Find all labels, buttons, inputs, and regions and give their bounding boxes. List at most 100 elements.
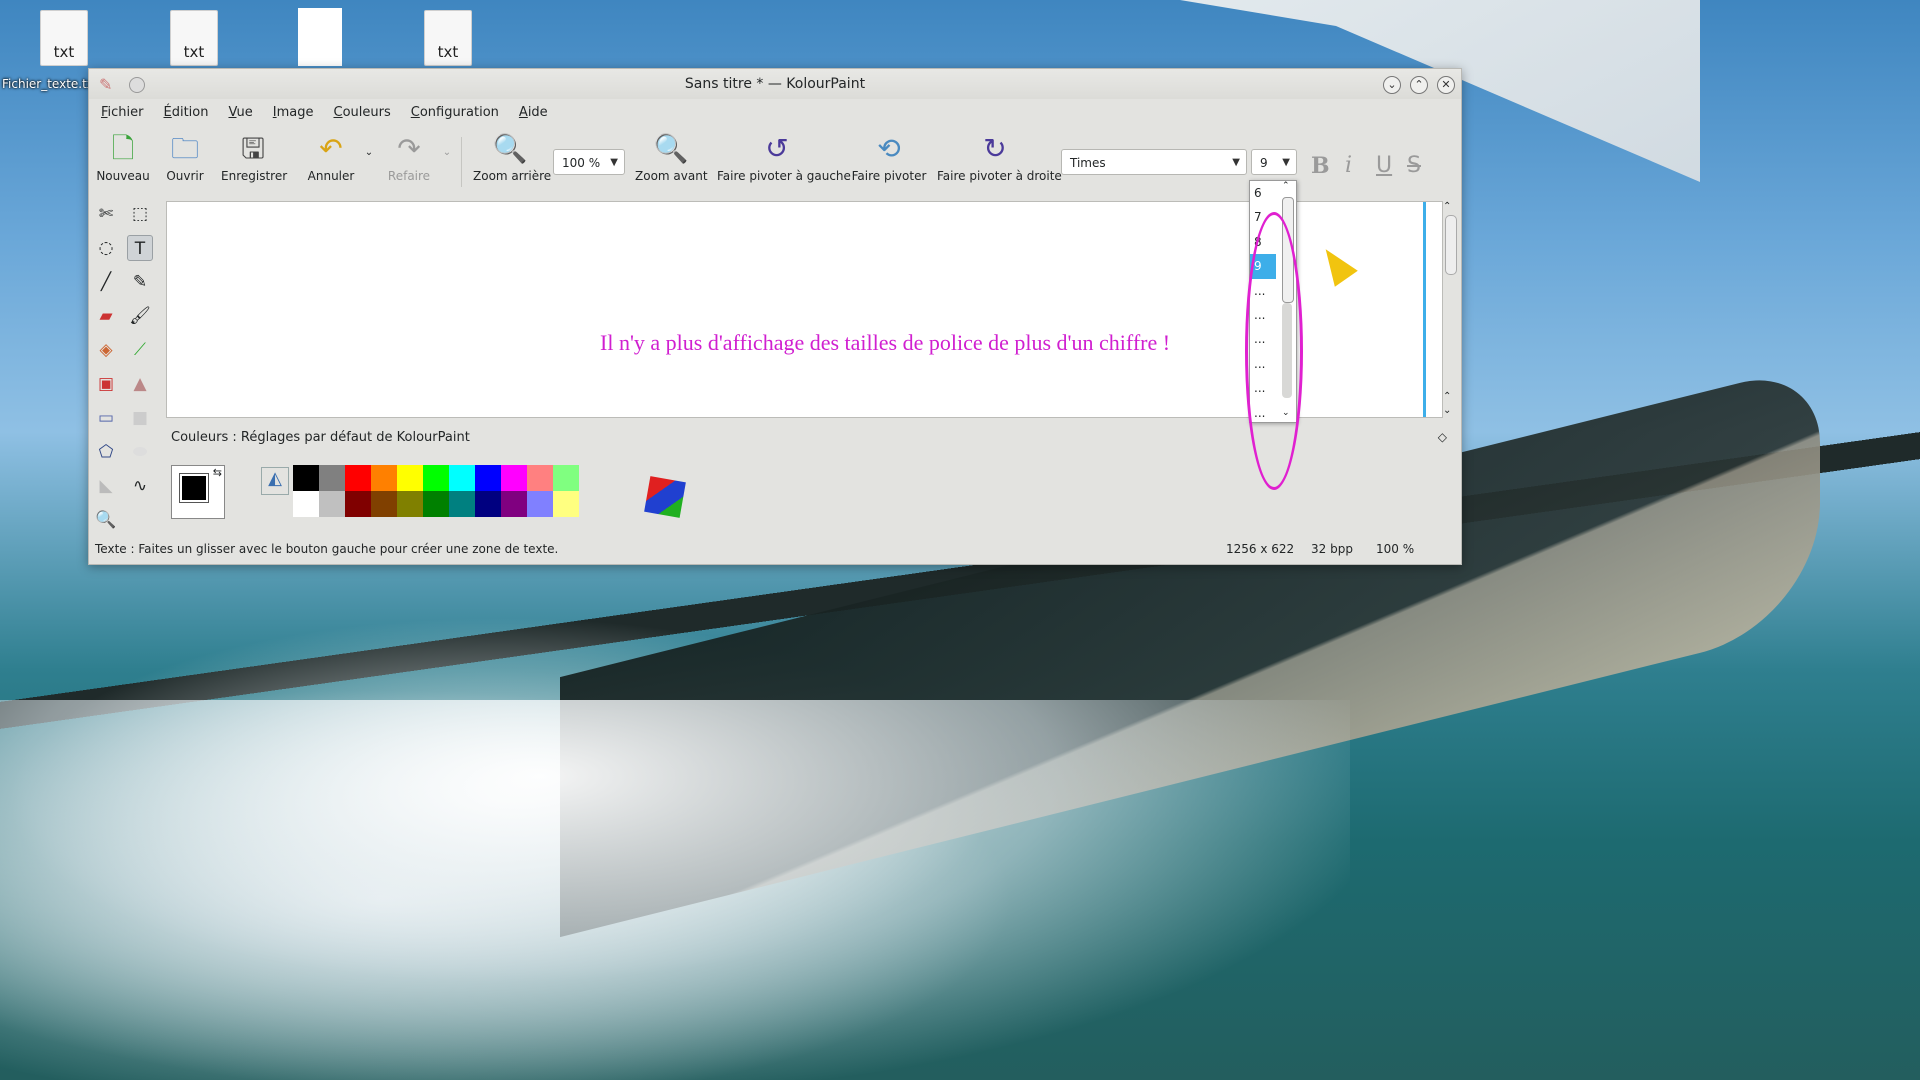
polygon-icon[interactable]: ⬠ bbox=[93, 439, 119, 465]
redo-menu-arrow[interactable]: ⌄ bbox=[439, 147, 455, 158]
spraycan-icon[interactable]: ▲ bbox=[127, 371, 153, 397]
undo-menu-arrow[interactable]: ⌄ bbox=[361, 147, 377, 158]
palette-color-swatch[interactable] bbox=[553, 465, 579, 491]
zoom-tool-icon[interactable]: 🔍 bbox=[93, 507, 119, 533]
desktop-file-label[interactable]: Fichier_texte.txt bbox=[2, 76, 99, 92]
palette-color-swatch[interactable] bbox=[527, 465, 553, 491]
menu-aide[interactable]: Aide bbox=[519, 105, 548, 120]
transparent-color-icon[interactable]: ◭ bbox=[261, 467, 289, 495]
desktop-blank-file-icon[interactable] bbox=[298, 8, 342, 66]
palette-color-swatch[interactable] bbox=[449, 491, 475, 517]
font-family-select[interactable]: Times ▼ bbox=[1061, 149, 1247, 175]
font-size-select[interactable]: 9 ▼ bbox=[1251, 149, 1297, 175]
eraser-tool-icon[interactable]: ▰ bbox=[93, 303, 119, 329]
save-button[interactable]: 🖫 Enregistrer bbox=[221, 131, 287, 183]
scrollbar-thumb[interactable] bbox=[1445, 215, 1457, 275]
underline-button[interactable]: U bbox=[1376, 153, 1392, 178]
foreground-background-colors[interactable]: ⇆ bbox=[171, 465, 225, 519]
color-cube-icon[interactable] bbox=[644, 476, 686, 518]
palette-color-swatch[interactable] bbox=[501, 491, 527, 517]
chevron-down-icon: ▼ bbox=[610, 157, 618, 168]
maximize-button[interactable]: ⌃ bbox=[1410, 76, 1428, 94]
menu-configuration[interactable]: Configuration bbox=[411, 105, 499, 120]
palette-color-swatch[interactable] bbox=[397, 465, 423, 491]
bold-button[interactable]: B bbox=[1311, 153, 1330, 179]
canvas-text[interactable]: Il n'y a plus d'affichage des tailles de… bbox=[600, 330, 1170, 356]
strikethrough-button[interactable]: S bbox=[1407, 153, 1421, 178]
rotate-right-button[interactable]: ↻ Faire pivoter à droite bbox=[937, 131, 1062, 183]
palette-color-swatch[interactable] bbox=[371, 465, 397, 491]
scroll-up-icon[interactable]: ⌃ bbox=[1282, 181, 1290, 191]
palette-color-swatch[interactable] bbox=[371, 491, 397, 517]
palette-color-swatch[interactable] bbox=[475, 465, 501, 491]
elliptical-selection-icon[interactable]: ◌ bbox=[93, 235, 119, 261]
desktop-file-icon[interactable]: txt bbox=[40, 10, 92, 70]
text-file-icon: txt bbox=[170, 10, 218, 66]
close-button[interactable]: ✕ bbox=[1437, 76, 1455, 94]
swap-colors-icon[interactable]: ⇆ bbox=[213, 466, 222, 479]
canvas-vertical-scrollbar[interactable]: ⌃ ⌃ ⌄ bbox=[1441, 201, 1459, 416]
scroll-down-icon[interactable]: ⌄ bbox=[1443, 405, 1451, 416]
open-button[interactable]: 🗀 Ouvrir bbox=[163, 131, 207, 183]
palette-color-swatch[interactable] bbox=[397, 491, 423, 517]
canvas-resize-edge[interactable] bbox=[1423, 202, 1426, 417]
palette-color-swatch[interactable] bbox=[319, 491, 345, 517]
zoom-in-icon: 🔍 bbox=[653, 132, 689, 165]
rounded-rectangle-icon[interactable]: ▭ bbox=[93, 405, 119, 431]
scroll-up-icon[interactable]: ⌃ bbox=[1443, 391, 1451, 402]
palette-color-swatch[interactable] bbox=[553, 491, 579, 517]
rectangle-icon[interactable]: ■ bbox=[127, 405, 153, 431]
menu-bar: Fichier Édition Vue Image Couleurs Confi… bbox=[89, 99, 1461, 125]
palette-color-swatch[interactable] bbox=[449, 465, 475, 491]
flood-fill-icon[interactable]: ◈ bbox=[93, 337, 119, 363]
palette-color-swatch[interactable] bbox=[423, 465, 449, 491]
palette-color-swatch[interactable] bbox=[501, 465, 527, 491]
text-tool-icon[interactable]: T bbox=[127, 235, 153, 261]
palette-color-swatch[interactable] bbox=[293, 465, 319, 491]
palette-color-swatch[interactable] bbox=[319, 465, 345, 491]
palette-color-swatch[interactable] bbox=[345, 465, 371, 491]
redo-button[interactable]: ↷ Refaire bbox=[381, 131, 437, 183]
undo-button[interactable]: ↶ Annuler bbox=[303, 131, 359, 183]
menu-couleurs[interactable]: Couleurs bbox=[333, 105, 390, 120]
minimize-button[interactable]: ⌄ bbox=[1383, 76, 1401, 94]
autocrop-icon[interactable]: ⬚ bbox=[127, 201, 153, 227]
float-panel-icon[interactable]: ◇ bbox=[1438, 430, 1447, 444]
menu-edition[interactable]: Édition bbox=[164, 105, 209, 120]
scroll-up-icon[interactable]: ⌃ bbox=[1443, 201, 1451, 212]
connected-lines-icon[interactable]: ◣ bbox=[93, 473, 119, 499]
rotate-left-button[interactable]: ↺ Faire pivoter à gauche bbox=[717, 131, 851, 183]
pen-tool-icon[interactable]: ✎ bbox=[127, 269, 153, 295]
title-bar[interactable]: ✎ Sans titre * — KolourPaint ⌄ ⌃ ✕ bbox=[89, 69, 1461, 99]
zoom-in-button[interactable]: 🔍 Zoom avant bbox=[635, 131, 708, 183]
color-picker-icon[interactable]: ⟋ bbox=[127, 337, 153, 363]
foreground-color[interactable] bbox=[179, 473, 209, 503]
curve-icon[interactable]: ∿ bbox=[127, 473, 153, 499]
new-button[interactable]: 🗋 Nouveau bbox=[95, 131, 151, 183]
desktop-file-icon[interactable]: txt bbox=[170, 10, 222, 70]
zoom-select[interactable]: 100 % ▼ bbox=[553, 149, 625, 175]
redo-icon: ↷ bbox=[397, 132, 421, 165]
free-form-selection-icon[interactable]: ✄ bbox=[93, 201, 119, 227]
menu-image[interactable]: Image bbox=[273, 105, 314, 120]
desktop-file-icon[interactable]: txt bbox=[424, 10, 476, 70]
palette-color-swatch[interactable] bbox=[423, 491, 449, 517]
zoom-out-button[interactable]: 🔍 Zoom arrière bbox=[473, 131, 551, 183]
ellipse-icon[interactable]: ⬬ bbox=[127, 439, 153, 465]
status-bar: Texte : Faites un glisser avec le bouton… bbox=[89, 534, 1461, 564]
color-depth: 32 bpp bbox=[1311, 542, 1353, 556]
window-title: Sans titre * — KolourPaint bbox=[684, 76, 866, 92]
line-tool-icon[interactable]: ╱ bbox=[93, 269, 119, 295]
color-eraser-icon[interactable]: ▣ bbox=[93, 371, 119, 397]
palette-color-swatch[interactable] bbox=[527, 491, 553, 517]
palette-color-swatch[interactable] bbox=[475, 491, 501, 517]
italic-button[interactable]: i bbox=[1345, 153, 1352, 178]
font-size-option[interactable]: 6 bbox=[1250, 181, 1276, 205]
palette-color-swatch[interactable] bbox=[293, 491, 319, 517]
menu-fichier[interactable]: Fichier bbox=[101, 105, 144, 120]
brush-tool-icon[interactable]: 🖌 bbox=[127, 303, 153, 329]
menu-vue[interactable]: Vue bbox=[228, 105, 252, 120]
rotate-button[interactable]: ⟲ Faire pivoter bbox=[849, 131, 929, 183]
palette-color-swatch[interactable] bbox=[345, 491, 371, 517]
text-file-icon: txt bbox=[424, 10, 472, 66]
